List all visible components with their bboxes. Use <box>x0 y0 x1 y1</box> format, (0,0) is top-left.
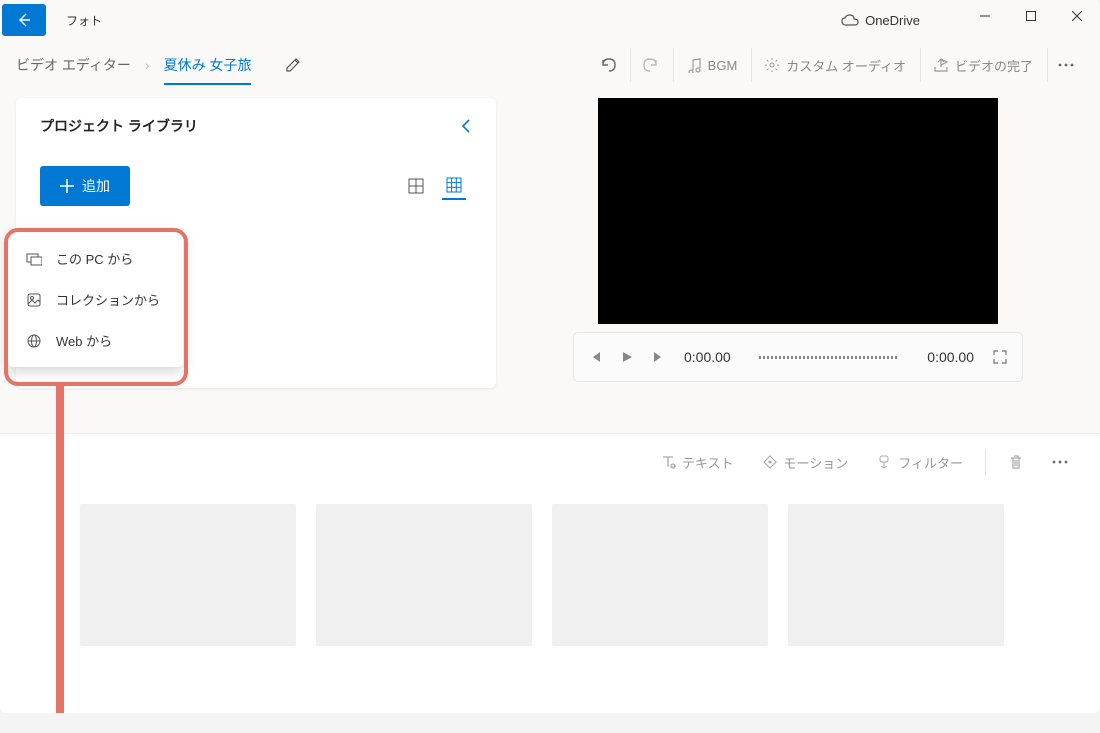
trash-icon <box>1008 454 1024 470</box>
more-icon <box>1052 460 1068 464</box>
more-icon <box>1058 63 1074 67</box>
text-label: テキスト <box>682 453 734 472</box>
pc-icon <box>26 251 42 267</box>
storyboard-section: + テキスト モーション フィルター <box>0 433 1100 713</box>
web-icon <box>26 333 42 349</box>
add-button[interactable]: 追加 <box>40 166 130 206</box>
storyboard-toolbar: + テキスト モーション フィルター <box>0 434 1100 490</box>
onedrive-label: OneDrive <box>865 13 920 28</box>
svg-text:+: + <box>672 462 676 470</box>
project-name[interactable]: 夏休み 女子旅 <box>164 55 252 85</box>
maximize-button[interactable] <box>1008 0 1054 32</box>
titlebar: フォト OneDrive <box>0 0 1100 40</box>
storyboard-slot[interactable] <box>316 504 532 646</box>
current-time: 0:00.00 <box>684 349 731 365</box>
more-storyboard-button[interactable] <box>1040 456 1080 468</box>
video-preview[interactable] <box>598 98 998 324</box>
more-toolbar-button[interactable] <box>1047 48 1084 82</box>
next-frame-button[interactable] <box>652 350 666 364</box>
collection-icon <box>26 292 42 308</box>
breadcrumb: ビデオ エディター › 夏休み 女子旅 <box>16 55 301 75</box>
onedrive-status[interactable]: OneDrive <box>841 13 920 28</box>
storyboard-slot[interactable] <box>80 504 296 646</box>
divider <box>985 449 986 475</box>
menu-item-from-pc[interactable]: この PC から <box>8 238 183 279</box>
audio-icon <box>764 57 780 73</box>
storyboard-slot[interactable] <box>552 504 768 646</box>
minimize-button[interactable] <box>962 0 1008 32</box>
filter-tool-button[interactable]: フィルター <box>864 449 975 476</box>
filter-label: フィルター <box>898 453 963 472</box>
text-tool-button[interactable]: + テキスト <box>648 449 746 476</box>
fullscreen-button[interactable] <box>992 349 1008 365</box>
finish-video-button[interactable]: ビデオの完了 <box>920 48 1045 82</box>
motion-label: モーション <box>784 453 849 472</box>
close-button[interactable] <box>1054 0 1100 32</box>
edit-name-button[interactable] <box>285 57 301 73</box>
storyboard-slot[interactable] <box>788 504 1004 646</box>
minimize-icon <box>980 11 990 21</box>
motion-tool-button[interactable]: モーション <box>750 449 861 476</box>
app-title: フォト <box>66 12 102 29</box>
grid-2x2-icon <box>408 178 424 194</box>
plus-icon <box>60 179 74 193</box>
preview-panel: 0:00.00 0:00.00 <box>512 98 1084 433</box>
cloud-icon <box>841 14 859 26</box>
bgm-button[interactable]: BGM <box>673 48 750 82</box>
custom-audio-button[interactable]: カスタム オーディオ <box>751 48 918 82</box>
app-window: フォト OneDrive ビデオ エディター › 夏休み 女子旅 <box>0 0 1100 713</box>
close-icon <box>1072 11 1082 21</box>
main-toolbar: ビデオ エディター › 夏休み 女子旅 BGM カスタム オーディオ <box>0 40 1100 90</box>
maximize-icon <box>1026 11 1036 21</box>
scrub-bar[interactable] <box>759 356 900 359</box>
menu-item-from-collection[interactable]: コレクションから <box>8 279 183 320</box>
undo-button[interactable] <box>588 48 628 82</box>
step-back-icon <box>588 350 602 364</box>
step-forward-icon <box>652 350 666 364</box>
music-icon <box>686 57 702 73</box>
delete-clip-button[interactable] <box>996 450 1036 474</box>
custom-audio-label: カスタム オーディオ <box>786 56 906 75</box>
filter-icon <box>876 454 892 470</box>
from-pc-label: この PC から <box>56 249 133 268</box>
add-source-menu: この PC から コレクションから Web から <box>8 232 183 367</box>
playback-controls: 0:00.00 0:00.00 <box>573 332 1023 382</box>
annotation-highlight-tail <box>56 384 64 713</box>
total-time: 0:00.00 <box>927 349 974 365</box>
fullscreen-icon <box>992 349 1008 365</box>
bgm-label: BGM <box>708 58 738 73</box>
back-button[interactable] <box>2 4 46 36</box>
from-collection-label: コレクションから <box>56 290 160 309</box>
export-icon <box>933 57 949 73</box>
play-button[interactable] <box>620 350 634 364</box>
toolbar-right: BGM カスタム オーディオ ビデオの完了 <box>588 48 1084 82</box>
view-grid-small-button[interactable] <box>442 172 466 200</box>
finish-video-label: ビデオの完了 <box>955 56 1033 75</box>
redo-icon <box>641 55 661 75</box>
window-controls <box>962 0 1100 32</box>
storyboard-thumbnails <box>0 490 1100 660</box>
arrow-left-icon <box>16 12 32 28</box>
collapse-panel-button[interactable] <box>460 118 472 134</box>
prev-frame-button[interactable] <box>588 350 602 364</box>
chevron-right-icon: › <box>145 57 150 73</box>
pencil-icon <box>285 57 301 73</box>
motion-icon <box>762 454 778 470</box>
chevron-left-icon <box>460 118 472 134</box>
view-grid-large-button[interactable] <box>404 172 428 200</box>
play-icon <box>620 350 634 364</box>
add-label: 追加 <box>82 176 110 196</box>
breadcrumb-root[interactable]: ビデオ エディター <box>16 55 131 75</box>
redo-button[interactable] <box>630 48 671 82</box>
from-web-label: Web から <box>56 331 112 350</box>
menu-item-from-web[interactable]: Web から <box>8 320 183 361</box>
library-title: プロジェクト ライブラリ <box>40 116 198 136</box>
undo-icon <box>598 55 618 75</box>
grid-3x3-icon <box>446 177 462 193</box>
text-icon: + <box>660 454 676 470</box>
